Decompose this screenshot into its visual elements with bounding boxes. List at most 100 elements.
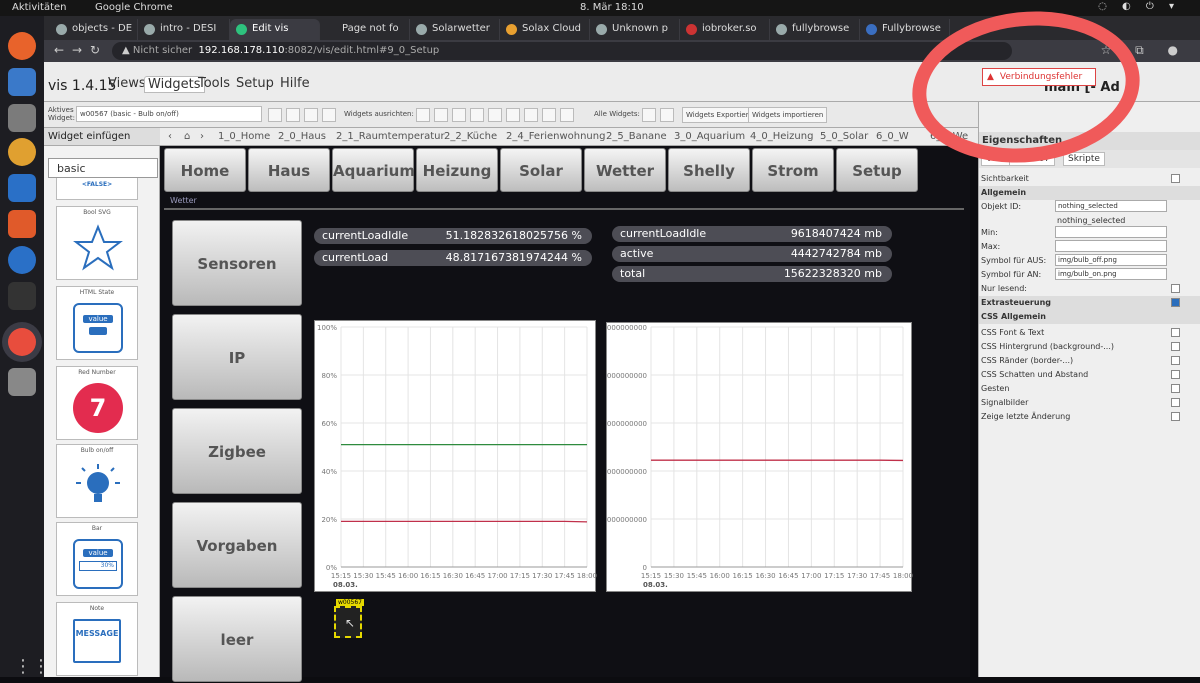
import-widgets-button[interactable]: Widgets importieren: [748, 107, 827, 123]
property-checkbox[interactable]: [1171, 284, 1180, 293]
nav-button-aquarium[interactable]: Aquarium: [332, 148, 414, 192]
tab-next-icon[interactable]: ›: [200, 131, 204, 142]
files-icon[interactable]: [8, 104, 36, 132]
back-icon[interactable]: ←: [54, 43, 64, 57]
view-tab[interactable]: 3_0_Aquarium: [674, 131, 745, 142]
menu-widgets[interactable]: Widgets: [144, 76, 205, 93]
side-button-zigbee[interactable]: Zigbee: [172, 408, 302, 494]
active-widget-select[interactable]: w00567 (basic - Bulb on/off): [76, 106, 262, 122]
cpu-chart[interactable]: 0%20%40%60%80%100%15:1515:3015:4516:0016…: [314, 320, 596, 592]
view-tab[interactable]: 2_4_Ferienwohnung: [506, 131, 605, 142]
nav-button-wetter[interactable]: Wetter: [584, 148, 666, 192]
property-checkbox[interactable]: [1171, 328, 1180, 337]
music-icon[interactable]: [8, 138, 36, 166]
browser-tab[interactable]: fullybrowse: [770, 19, 860, 40]
trash-icon[interactable]: [8, 368, 36, 396]
property-input[interactable]: nothing_selected: [1055, 200, 1167, 212]
copy-icon[interactable]: [286, 108, 300, 122]
forward-icon[interactable]: →: [72, 43, 82, 57]
align-bottom-icon[interactable]: [470, 108, 484, 122]
side-button-leer[interactable]: leer: [172, 596, 302, 682]
distribute-icon[interactable]: [524, 108, 538, 122]
palette-widget-bool-svg[interactable]: Bool SVG: [56, 206, 138, 280]
view-tab[interactable]: 6_0_W: [876, 131, 909, 142]
nav-button-home[interactable]: Home: [164, 148, 246, 192]
property-checkbox[interactable]: [1171, 398, 1180, 407]
activities-button[interactable]: Aktivitäten: [12, 2, 67, 13]
side-button-vorgaben[interactable]: Vorgaben: [172, 502, 302, 588]
align-top-icon[interactable]: [452, 108, 466, 122]
property-checkbox[interactable]: [1171, 370, 1180, 379]
view-tab[interactable]: 2_5_Banane: [606, 131, 667, 142]
widget-set-select[interactable]: basic: [48, 158, 158, 178]
software-icon[interactable]: [8, 210, 36, 238]
nav-button-strom[interactable]: Strom: [752, 148, 834, 192]
firefox-icon[interactable]: [8, 32, 36, 60]
view-tab[interactable]: 1_0_Home: [218, 131, 270, 142]
browser-tab[interactable]: objects - DE: [50, 19, 138, 40]
palette-widget-bar[interactable]: Bar value 30%: [56, 522, 138, 596]
property-checkbox[interactable]: [1171, 298, 1180, 307]
chrome-icon[interactable]: [8, 328, 36, 356]
clock[interactable]: 8. Mär 18:10: [580, 2, 644, 13]
browser-tab[interactable]: Solarwetter: [410, 19, 500, 40]
delete-icon[interactable]: [304, 108, 318, 122]
view-tab[interactable]: 2_2_Küche: [444, 131, 497, 142]
nav-button-haus[interactable]: Haus: [248, 148, 330, 192]
browser-tab[interactable]: iobroker.so: [680, 19, 770, 40]
tab-home-icon[interactable]: ⌂: [184, 131, 190, 142]
lock-icon[interactable]: [322, 108, 336, 122]
menu-tools[interactable]: Tools: [198, 76, 230, 91]
property-checkbox[interactable]: [1171, 412, 1180, 421]
palette-widget-note[interactable]: Note MESSAGE: [56, 602, 138, 676]
menu-views[interactable]: Views: [108, 76, 146, 91]
browser-tab[interactable]: Unknown p: [590, 19, 680, 40]
property-input[interactable]: img/bulb_on.png: [1055, 268, 1167, 280]
nav-button-solar[interactable]: Solar: [500, 148, 582, 192]
browser-tab-active[interactable]: Edit vis: [230, 19, 320, 40]
view-tab[interactable]: 4_0_Heizung: [750, 131, 813, 142]
width-icon[interactable]: [542, 108, 556, 122]
side-button-ip[interactable]: IP: [172, 314, 302, 400]
view-tab[interactable]: 2_1_Raumtemperatur: [336, 131, 445, 142]
menu-help[interactable]: Hilfe: [280, 76, 310, 91]
url-input[interactable]: ▲ Nicht sicher 192.168.178.110:8082/vis/…: [112, 42, 1012, 60]
property-input[interactable]: img/bulb_off.png: [1055, 254, 1167, 266]
browser-tab[interactable]: Solax Cloud: [500, 19, 590, 40]
writer-icon[interactable]: [8, 174, 36, 202]
terminal-icon[interactable]: [8, 282, 36, 310]
selected-bulb-widget[interactable]: w00567 ↖: [334, 606, 362, 638]
palette-widget-bulb[interactable]: Bulb on/off: [56, 444, 138, 518]
browser-tab[interactable]: Fullybrowse: [860, 19, 950, 40]
property-input[interactable]: [1055, 240, 1167, 252]
property-input[interactable]: [1055, 226, 1167, 238]
property-checkbox[interactable]: [1171, 356, 1180, 365]
align-left-icon[interactable]: [416, 108, 430, 122]
nav-button-heizung[interactable]: Heizung: [416, 148, 498, 192]
browser-tab[interactable]: Page not fo: [320, 19, 410, 40]
unlock-all-icon[interactable]: [660, 108, 674, 122]
tab-prev-icon[interactable]: ‹: [168, 131, 172, 142]
palette-widget-red-number[interactable]: Red Number 7: [56, 366, 138, 440]
view-tab[interactable]: 5_0_Solar: [820, 131, 868, 142]
palette-widget-html-state[interactable]: HTML State value: [56, 286, 138, 360]
mail-icon[interactable]: [8, 68, 36, 96]
system-tray-icons[interactable]: ◌ ◐ ⏻ ▾: [1098, 1, 1180, 12]
height-icon[interactable]: [560, 108, 574, 122]
lock-all-icon[interactable]: [642, 108, 656, 122]
reload-icon[interactable]: ↻: [90, 43, 100, 57]
menu-setup[interactable]: Setup: [236, 76, 274, 91]
lock-icon[interactable]: [268, 108, 282, 122]
tab-scripts[interactable]: Skripte: [1063, 152, 1105, 166]
property-checkbox[interactable]: [1171, 384, 1180, 393]
property-checkbox[interactable]: [1171, 174, 1180, 183]
nav-button-setup[interactable]: Setup: [836, 148, 918, 192]
view-tab[interactable]: 2_0_Haus: [278, 131, 326, 142]
property-checkbox[interactable]: [1171, 342, 1180, 351]
help-icon[interactable]: [8, 246, 36, 274]
browser-tab[interactable]: intro - DESI: [138, 19, 230, 40]
align-middle-icon[interactable]: [506, 108, 520, 122]
nav-button-shelly[interactable]: Shelly: [668, 148, 750, 192]
side-button-sensoren[interactable]: Sensoren: [172, 220, 302, 306]
memory-chart[interactable]: 0200000000040000000006000000000800000000…: [606, 322, 912, 592]
